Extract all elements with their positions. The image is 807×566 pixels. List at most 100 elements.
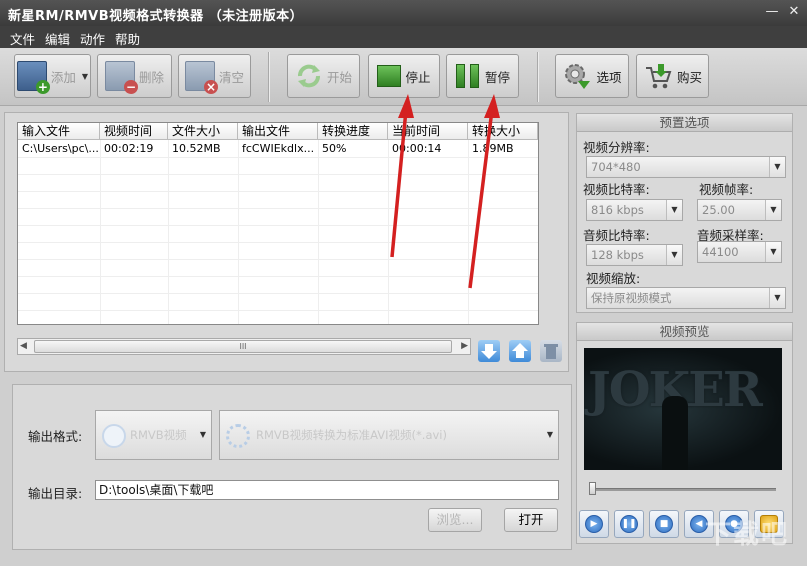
minimize-button[interactable]: —	[764, 4, 780, 20]
menu-action[interactable]: 动作	[80, 29, 105, 48]
cell-video-time: 00:02:19	[104, 142, 154, 155]
profile-value: RMVB视频转换为标准AVI视频(*.avi)	[256, 428, 447, 442]
audio-bitrate-label: 音频比特率:	[583, 228, 650, 243]
chevron-down-icon: ▼	[666, 245, 682, 265]
format-value: RMVB视频	[130, 428, 187, 442]
app-window: 新星RM/RMVB视频格式转换器 （未注册版本） — ✕ 文件 编辑 动作 帮助…	[0, 0, 807, 566]
scroll-right-icon[interactable]: ▶	[461, 341, 468, 351]
scroll-left-icon[interactable]: ◀	[20, 341, 27, 351]
column-header[interactable]: 视频时间	[100, 123, 168, 140]
clear-label: 清空	[218, 69, 244, 85]
stop-label: 停止	[405, 69, 431, 85]
pause-label: 暂停	[484, 69, 510, 85]
scale-select[interactable]: 保持原视频模式 ▼	[586, 287, 786, 309]
cart-icon	[645, 64, 672, 89]
delete-film-icon: −	[104, 61, 138, 94]
menu-file[interactable]: 文件	[10, 29, 35, 48]
output-format-label: 输出格式:	[28, 429, 83, 444]
arrow-down-icon	[481, 344, 497, 359]
browse-button[interactable]: 浏览...	[428, 508, 482, 532]
horizontal-scrollbar[interactable]: ◀ III ▶	[17, 338, 471, 355]
menu-bar: 文件 编辑 动作 帮助	[0, 26, 807, 48]
open-button[interactable]: 打开	[504, 508, 558, 532]
start-button[interactable]: 开始	[287, 54, 360, 98]
play-icon: ▶	[585, 515, 603, 533]
video-bitrate-value: 816 kbps	[591, 203, 644, 217]
scroll-thumb[interactable]: III	[34, 340, 452, 353]
play-button[interactable]: ▶	[579, 510, 609, 538]
menu-edit[interactable]: 编辑	[45, 29, 70, 48]
format-select[interactable]: RMVB视频 ▼	[95, 410, 212, 460]
video-bitrate-label: 视频比特率:	[583, 182, 650, 197]
audio-bitrate-value: 128 kbps	[591, 248, 644, 262]
profile-select[interactable]: RMVB视频转换为标准AVI视频(*.avi) ▼	[219, 410, 559, 460]
clear-film-icon: ×	[184, 61, 218, 94]
close-button[interactable]: ✕	[786, 4, 802, 20]
chevron-down-icon: ▼	[765, 242, 781, 262]
loading-icon	[226, 424, 250, 448]
move-down-button[interactable]	[478, 340, 500, 362]
resolution-select[interactable]: 704*480 ▼	[586, 156, 786, 178]
scale-value: 保持原视频模式	[591, 291, 672, 305]
watermark-logo: 下载吧	[705, 520, 790, 550]
toolbar-separator	[268, 52, 269, 102]
framerate-select[interactable]: 25.00 ▼	[697, 199, 782, 221]
chevron-down-icon: ▼	[765, 200, 781, 220]
chevron-down-icon: ▼	[546, 430, 554, 439]
cell-input-file: C:\Users\pc\...	[22, 142, 99, 155]
start-label: 开始	[326, 69, 352, 85]
pause-icon	[455, 64, 481, 88]
preview-seek-track[interactable]	[590, 488, 776, 491]
annotation-arrow-stop	[390, 94, 414, 258]
delete-label: 删除	[138, 69, 164, 85]
audio-bitrate-select[interactable]: 128 kbps ▼	[586, 244, 683, 266]
remove-item-button[interactable]	[540, 340, 562, 362]
add-film-icon: +	[16, 61, 50, 94]
samplerate-select[interactable]: 44100 ▼	[697, 241, 782, 263]
stop-icon: ■	[655, 515, 673, 533]
column-header[interactable]: 文件大小	[168, 123, 238, 140]
column-header[interactable]: 输入文件	[18, 123, 100, 140]
preview-seek-thumb[interactable]	[589, 482, 596, 495]
resolution-value: 704*480	[591, 160, 641, 174]
chevron-down-icon: ▼	[199, 430, 207, 439]
chevron-down-icon: ▼	[666, 200, 682, 220]
cell-progress: 50%	[322, 142, 347, 155]
clear-button[interactable]: × 清空	[178, 54, 251, 98]
chevron-down-icon: ▼	[769, 288, 785, 308]
column-header[interactable]: 输出文件	[238, 123, 318, 140]
options-button[interactable]: 选项	[555, 54, 629, 98]
buy-label: 购买	[676, 69, 702, 85]
output-panel	[12, 384, 572, 550]
stop-preview-button[interactable]: ■	[649, 510, 679, 538]
stop-icon	[377, 65, 402, 87]
preview-title: 视频预览	[577, 323, 792, 341]
chevron-down-icon: ▼	[81, 71, 89, 81]
options-label: 选项	[596, 69, 622, 85]
buy-button[interactable]: 购买	[636, 54, 709, 98]
gear-icon	[565, 64, 591, 89]
output-dir-input[interactable]: D:\tools\桌面\下载吧	[95, 480, 559, 500]
resolution-label: 视频分辨率:	[583, 140, 650, 155]
samplerate-value: 44100	[702, 245, 739, 259]
chevron-down-icon: ▼	[769, 157, 785, 177]
framerate-label: 视频帧率:	[699, 182, 754, 197]
video-bitrate-select[interactable]: 816 kbps ▼	[586, 199, 683, 221]
arrow-up-icon	[512, 343, 528, 358]
cell-output-file: fcCWIEkdlx...	[242, 142, 315, 155]
preset-title: 预置选项	[577, 114, 792, 132]
toolbar-separator	[537, 52, 538, 102]
pause-preview-button[interactable]: ❚❚	[614, 510, 644, 538]
window-title: 新星RM/RMVB视频格式转换器 （未注册版本）	[8, 9, 304, 24]
figure-silhouette	[662, 396, 688, 470]
scale-label: 视频缩放:	[586, 271, 641, 286]
add-label: 添加	[50, 69, 76, 85]
trash-icon	[544, 344, 558, 359]
framerate-value: 25.00	[702, 203, 735, 217]
add-button[interactable]: + 添加 ▼	[14, 54, 91, 98]
video-preview: JOKER	[584, 348, 782, 470]
column-header[interactable]: 转换进度	[318, 123, 388, 140]
delete-button[interactable]: − 删除	[97, 54, 172, 98]
move-up-button[interactable]	[509, 340, 531, 362]
menu-help[interactable]: 帮助	[115, 29, 140, 48]
